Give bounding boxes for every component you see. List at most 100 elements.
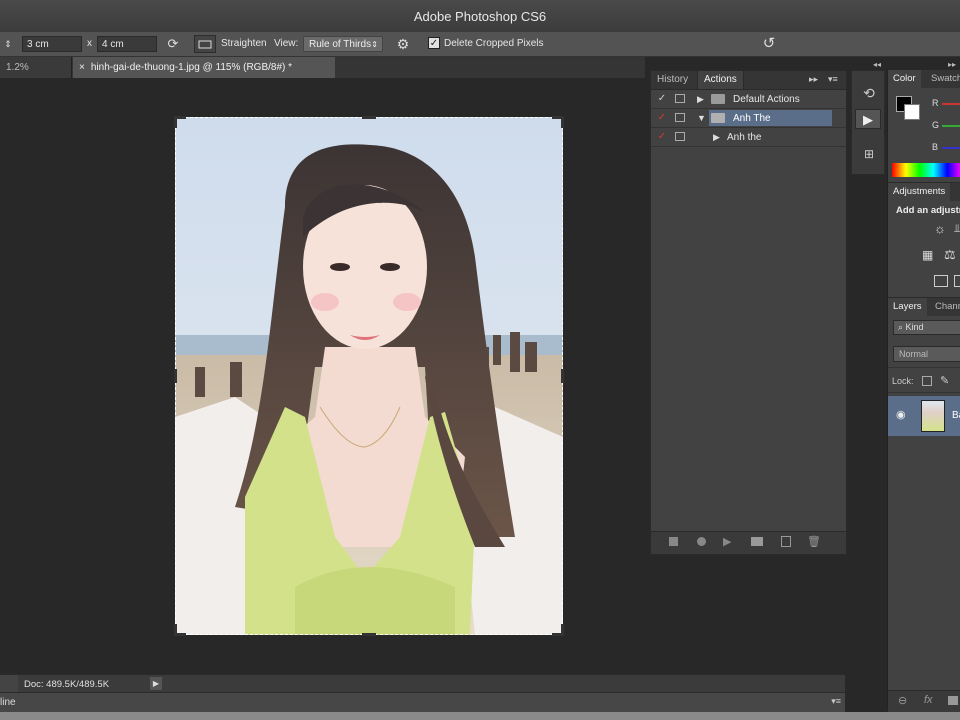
color-balance-icon[interactable]: ▦ bbox=[922, 248, 933, 262]
new-action-icon[interactable] bbox=[781, 536, 791, 547]
tab-layers[interactable]: Layers bbox=[888, 298, 927, 316]
layer-row-background[interactable]: ◉ Ba bbox=[888, 396, 960, 436]
tab-active-label: hinh-gai-de-thuong-1.jpg @ 115% (RGB/8#)… bbox=[90, 62, 293, 73]
dropdown-arrows-icon: ⇕ bbox=[371, 40, 378, 49]
view-label: View: bbox=[274, 38, 299, 49]
play-icon[interactable]: ▶ bbox=[723, 535, 731, 548]
crop-handle-bottom-right[interactable] bbox=[552, 624, 564, 636]
stop-icon[interactable] bbox=[669, 537, 678, 546]
history-panel-icon[interactable]: ⟲ bbox=[861, 85, 877, 103]
options-bar: ⇕ 3 cm x 4 cm ⟳ Straighten View: Rule of… bbox=[0, 32, 960, 57]
new-set-folder-icon[interactable] bbox=[751, 537, 763, 546]
expand-arrow-icon[interactable]: ▶ bbox=[713, 132, 720, 143]
collapse-strip-icon[interactable]: ◂◂ bbox=[873, 60, 881, 69]
preset-stepper-icon[interactable]: ⇕ bbox=[2, 36, 14, 52]
action-row-anh-the-set[interactable]: ✓ ▼ Anh The bbox=[651, 109, 846, 128]
brightness-icon[interactable]: ☼ bbox=[934, 221, 946, 236]
timeline-label[interactable]: line bbox=[0, 697, 16, 708]
crop-handle-left[interactable] bbox=[174, 369, 177, 383]
status-menu-arrow-icon[interactable]: ▶ bbox=[150, 677, 162, 690]
channel-b-slider[interactable] bbox=[942, 147, 960, 149]
crop-handle-bottom[interactable] bbox=[362, 633, 376, 636]
kind-filter-dropdown[interactable]: ⌕ Kind bbox=[893, 320, 960, 335]
expand-arrow-icon[interactable]: ▶ bbox=[697, 94, 704, 105]
straighten-label[interactable]: Straighten bbox=[221, 38, 267, 49]
add-mask-icon[interactable] bbox=[948, 696, 958, 705]
tab-swatches[interactable]: Swatch bbox=[926, 70, 960, 88]
crop-handle-bottom-left[interactable] bbox=[174, 624, 186, 636]
rotate-icon[interactable]: ⟳ bbox=[165, 36, 181, 52]
collapse-panel-icon[interactable]: ▸▸ bbox=[809, 74, 818, 85]
record-icon[interactable] bbox=[697, 537, 706, 546]
folder-open-icon bbox=[711, 113, 725, 123]
tab-actions[interactable]: Actions bbox=[697, 71, 744, 89]
trash-icon[interactable]: 🗑 bbox=[807, 535, 821, 548]
tab-active-document[interactable]: × hinh-gai-de-thuong-1.jpg @ 115% (RGB/8#… bbox=[73, 57, 335, 78]
info-panel-icon[interactable]: ⊞ bbox=[861, 147, 877, 163]
toggle-check-icon[interactable]: ✓ bbox=[656, 93, 668, 104]
fx-icon[interactable]: fx bbox=[924, 694, 933, 706]
crop-handle-top[interactable] bbox=[362, 116, 376, 119]
times-label: x bbox=[87, 38, 92, 49]
color-panel: Color Swatch R G B bbox=[888, 70, 960, 182]
straighten-icon[interactable] bbox=[194, 35, 216, 53]
dialog-toggle-icon[interactable] bbox=[675, 113, 685, 122]
tab-color[interactable]: Color bbox=[888, 70, 921, 88]
panel-menu-icon[interactable]: ▾≡ bbox=[831, 696, 841, 707]
layer-thumbnail bbox=[921, 400, 945, 432]
tab-adjustments[interactable]: Adjustments bbox=[888, 183, 951, 201]
close-tab-icon[interactable]: × bbox=[79, 62, 85, 73]
background-color-swatch[interactable] bbox=[904, 104, 920, 120]
actions-panel: History Actions ▸▸ ▾≡ ✓ ▶ Default Action… bbox=[650, 70, 847, 555]
collapsed-panel-strip: ⟲ ▶ ⊞ bbox=[851, 70, 885, 175]
crop-handle-top-left[interactable] bbox=[174, 116, 186, 128]
width-field[interactable]: 3 cm bbox=[22, 36, 82, 52]
actions-panel-icon[interactable]: ▶ bbox=[855, 109, 881, 129]
folder-icon bbox=[711, 94, 725, 104]
kind-filter-label: Kind bbox=[905, 322, 924, 332]
crop-box[interactable] bbox=[175, 117, 563, 635]
channel-mixer-icon[interactable] bbox=[954, 275, 960, 287]
dialog-toggle-icon[interactable] bbox=[675, 132, 685, 141]
link-layers-icon[interactable]: ⊖ bbox=[898, 694, 907, 707]
tab-previous-document[interactable]: 1.2% (RGB/8) bbox=[0, 57, 72, 94]
adjustments-hint: Add an adjustm bbox=[896, 205, 960, 216]
collapse-right-icon[interactable]: ▸▸ bbox=[948, 60, 956, 69]
channel-r-slider[interactable] bbox=[942, 103, 960, 105]
tab-history[interactable]: History bbox=[651, 71, 694, 89]
channel-g-label: G bbox=[932, 120, 940, 130]
crop-handle-top-right[interactable] bbox=[552, 116, 564, 128]
search-icon: ⌕ bbox=[898, 322, 906, 332]
lock-paint-icon[interactable]: ✎ bbox=[940, 374, 949, 387]
balance-scale-icon[interactable]: ⚖ bbox=[944, 247, 956, 263]
crop-handle-right[interactable] bbox=[561, 369, 564, 383]
view-dropdown-value: Rule of Thirds bbox=[309, 39, 372, 50]
panel-menu-icon[interactable]: ▾≡ bbox=[828, 74, 838, 85]
action-label: Anh the bbox=[727, 132, 762, 143]
eye-visibility-icon[interactable]: ◉ bbox=[896, 408, 906, 421]
tab-channels[interactable]: Chann bbox=[930, 298, 960, 316]
lock-transparent-icon[interactable] bbox=[922, 376, 932, 386]
height-field[interactable]: 4 cm bbox=[97, 36, 157, 52]
action-row-default-actions[interactable]: ✓ ▶ Default Actions bbox=[651, 90, 846, 109]
zoom-field[interactable] bbox=[0, 675, 18, 693]
action-row-anh-the-action[interactable]: ✓ ▶ Anh the bbox=[651, 128, 846, 147]
delete-cropped-checkbox[interactable]: ✓ bbox=[428, 37, 440, 49]
toggle-check-icon[interactable]: ✓ bbox=[656, 112, 668, 123]
dialog-toggle-icon[interactable] bbox=[675, 94, 685, 103]
document-tabs: 1.2% (RGB/8) × hinh-gai-de-thuong-1.jpg @… bbox=[0, 57, 645, 94]
view-dropdown[interactable]: Rule of Thirds ⇕ bbox=[303, 36, 383, 52]
reset-crop-icon[interactable]: ↺ bbox=[760, 34, 778, 52]
collapse-arrow-icon[interactable]: ▼ bbox=[697, 113, 706, 123]
channel-b-label: B bbox=[932, 142, 939, 152]
photo-filter-icon[interactable] bbox=[934, 275, 948, 287]
channel-g-slider[interactable] bbox=[942, 125, 960, 127]
layers-panel: Layers Chann ⌕ Kind Normal Lock: ✎ ◉ Ba … bbox=[888, 297, 960, 712]
color-spectrum-ramp[interactable] bbox=[892, 163, 960, 177]
blend-mode-dropdown[interactable]: Normal bbox=[893, 346, 960, 362]
actions-toolbar: ▶ 🗑 bbox=[651, 531, 846, 554]
toggle-check-icon[interactable]: ✓ bbox=[656, 131, 668, 142]
gear-icon[interactable]: ⚙ bbox=[394, 36, 412, 52]
levels-icon[interactable]: ⫫ bbox=[954, 223, 960, 236]
status-bar: Doc: 489.5K/489.5K ▶ bbox=[0, 674, 845, 693]
